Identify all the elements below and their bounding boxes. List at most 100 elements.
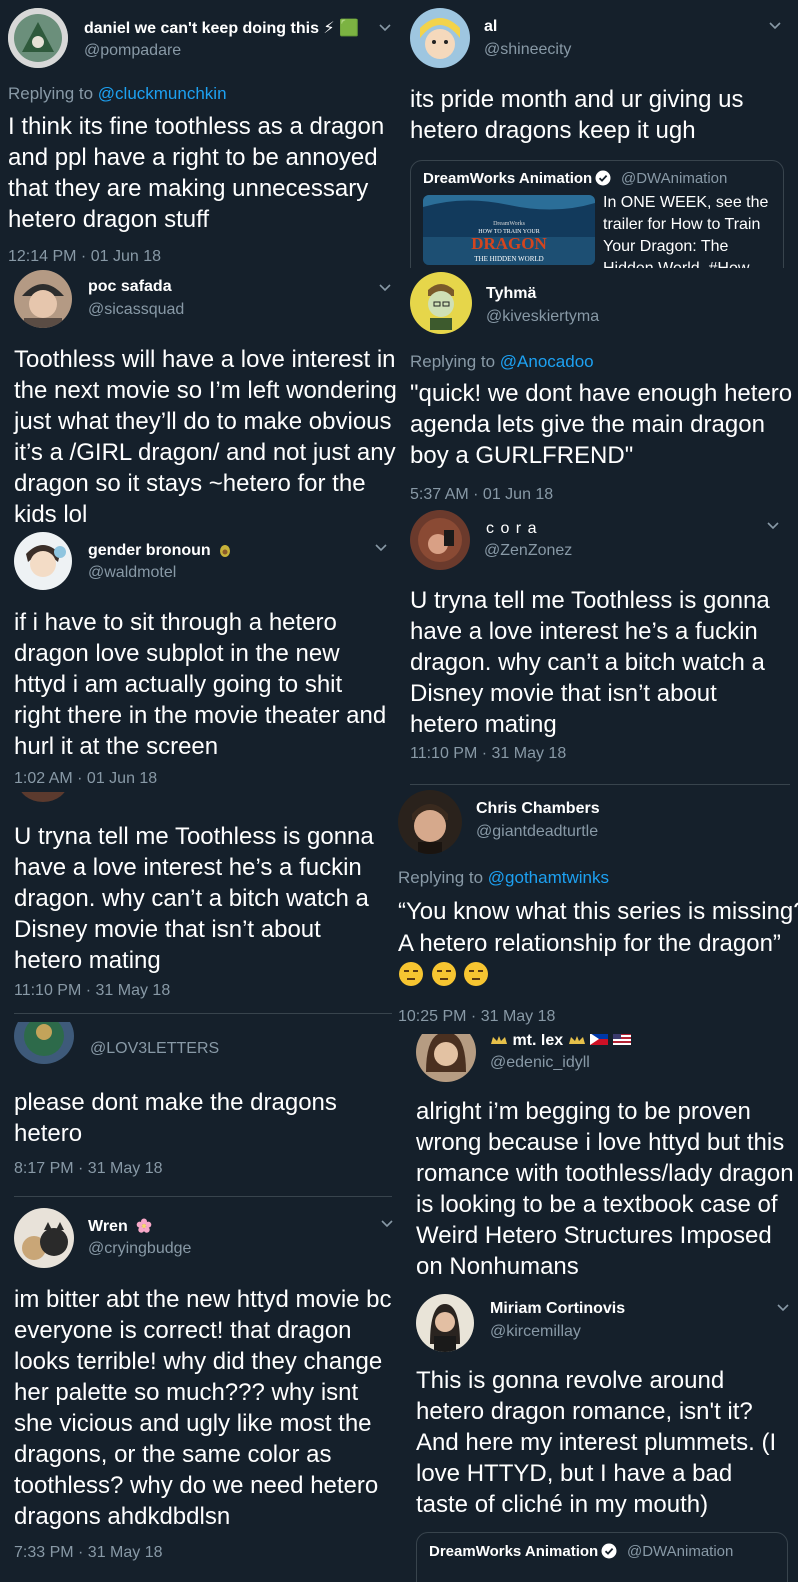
reply-link[interactable]: @cluckmunchkin	[98, 84, 227, 103]
avatar[interactable]	[416, 1034, 476, 1082]
display-name[interactable]: daniel we can't keep doing this ⚡ 🟩	[84, 18, 359, 38]
avatar[interactable]	[410, 8, 470, 68]
tweet-text: U tryna tell me Toothless is gonna have …	[14, 823, 374, 974]
timestamp[interactable]: 1:02 AM · 01 Jun 18	[14, 770, 157, 788]
chevron-down-icon[interactable]	[776, 1300, 790, 1314]
avatar-image	[410, 510, 470, 570]
avatar[interactable]	[410, 272, 472, 334]
handle[interactable]: @LOV3LETTERS	[90, 1040, 219, 1058]
timestamp[interactable]: 11:10 PM · 31 May 18	[410, 745, 566, 763]
timestamp[interactable]: 10:25 PM · 31 May 18	[398, 1008, 555, 1026]
timestamp[interactable]: 7:33 PM · 31 May 18	[14, 1544, 163, 1562]
tweet-al[interactable]: al @shineecity its pride month and ur gi…	[402, 0, 798, 268]
tweet-miriam[interactable]: Miriam Cortinovis @kircemillay This is g…	[402, 1290, 798, 1582]
avatar[interactable]	[14, 270, 72, 328]
philippines-flag-icon	[590, 1034, 609, 1045]
display-name[interactable]: Miriam Cortinovis	[490, 1300, 625, 1318]
avatar-image	[398, 790, 462, 854]
timestamp[interactable]: 11:10 PM · 31 May 18	[14, 982, 170, 1000]
avatar[interactable]	[14, 532, 72, 590]
reply-context: Replying to @gothamtwinks	[398, 868, 609, 887]
display-name[interactable]: Chris Chambers	[476, 800, 600, 818]
tweet-lov3letters[interactable]: @LOV3LETTERS please dont make the dragon…	[0, 1022, 400, 1198]
reply-link[interactable]: @gothamtwinks	[488, 868, 609, 887]
tweet-gender-bronoun[interactable]: gender bronoun @waldmotel if i have to s…	[0, 530, 400, 792]
chevron-down-icon[interactable]	[374, 540, 388, 554]
handle[interactable]: @giantdeadturtle	[476, 823, 598, 841]
divider	[14, 1196, 392, 1197]
tweet-cora[interactable]: c o r a @ZenZonez U tryna tell me Toothl…	[402, 508, 798, 786]
reply-link[interactable]: @Anocadoo	[500, 352, 594, 371]
tweet-text: U tryna tell me Toothless is gonna have …	[410, 587, 770, 738]
avatar-image	[8, 8, 68, 68]
tweet-text: “You know what this series is missing? A…	[398, 898, 798, 957]
handle[interactable]: @shineecity	[484, 41, 571, 59]
movie-poster-image: DreamWorks HOW TO TRAIN YOUR DRAGON THE …	[423, 195, 595, 265]
quoted-tweet[interactable]: DreamWorks Animation @DWAnimation DreamW…	[410, 160, 784, 268]
quoted-handle[interactable]: @DWAnimation	[621, 170, 727, 187]
handle[interactable]: @pompadare	[84, 42, 181, 60]
handle[interactable]: @edenic_idyll	[490, 1054, 590, 1072]
chevron-down-icon[interactable]	[378, 20, 392, 34]
poster-tagline: THE HIDDEN WORLD	[474, 255, 543, 263]
quoted-media[interactable]: DreamWorks HOW TO TRAIN YOUR DRAGON THE …	[423, 195, 595, 265]
display-name[interactable]: Wren	[88, 1218, 152, 1236]
handle[interactable]: @kircemillay	[490, 1323, 581, 1341]
tweet-text: please dont make the dragons hetero	[14, 1089, 337, 1147]
avatar[interactable]	[8, 8, 68, 68]
cropped-name	[90, 1022, 150, 1024]
avatar[interactable]	[14, 1208, 74, 1268]
tweet-tyhma[interactable]: Tyhmä @kiveskiertyma Replying to @Anocad…	[402, 268, 798, 508]
quoted-name[interactable]: DreamWorks Animation	[423, 170, 611, 187]
tweet-daniel[interactable]: daniel we can't keep doing this ⚡ 🟩 @pom…	[0, 0, 400, 268]
handle[interactable]: @ZenZonez	[484, 542, 572, 560]
emoji-group	[398, 962, 489, 989]
chevron-down-icon[interactable]	[380, 1216, 394, 1230]
display-name[interactable]: al	[484, 18, 497, 36]
name-emoji: ⚡ 🟩	[323, 20, 360, 37]
blossom-icon	[136, 1218, 152, 1233]
avatar[interactable]	[410, 510, 470, 570]
timestamp[interactable]: 5:37 AM · 01 Jun 18	[410, 486, 553, 504]
tweet-chris-chambers[interactable]: Chris Chambers @giantdeadturtle Replying…	[396, 786, 798, 1034]
timestamp[interactable]: 8:17 PM · 31 May 18	[14, 1160, 163, 1178]
handle[interactable]: @kiveskiertyma	[486, 308, 599, 326]
tweet-text: if i have to sit through a hetero dragon…	[14, 609, 387, 760]
chevron-down-icon[interactable]	[768, 18, 782, 32]
tweet-text: its pride month and ur giving us hetero …	[410, 86, 744, 144]
handle[interactable]: @sicassquad	[88, 301, 184, 319]
cropped-avatar	[18, 792, 68, 802]
poster-title: DRAGON	[471, 234, 547, 253]
avatar-image	[416, 1294, 474, 1352]
chevron-down-icon[interactable]	[766, 518, 780, 532]
quoted-text: In ONE WEEK, see the trailer for How to …	[603, 194, 769, 268]
display-name[interactable]: mt. lex	[490, 1034, 631, 1050]
tweet-poc-safada[interactable]: poc safada @sicassquad Toothless will ha…	[0, 268, 400, 530]
avatar[interactable]	[398, 790, 462, 854]
avatar-image	[410, 8, 470, 68]
verified-icon	[595, 170, 611, 186]
tweet-mt-lex[interactable]: mt. lex @edenic_idyll alright i’m beggin…	[402, 1034, 798, 1290]
display-name[interactable]: gender bronoun	[88, 542, 231, 560]
display-name[interactable]: Tyhmä	[486, 285, 536, 303]
tweet-body: “You know what this series is missing? A…	[398, 896, 798, 992]
avatar-image	[14, 270, 72, 328]
tweet-cora-repeat[interactable]: U tryna tell me Toothless is gonna have …	[0, 792, 400, 1022]
avatar-image	[14, 1208, 74, 1268]
tweet-text: I think its fine toothless as a dragon a…	[8, 113, 385, 233]
quoted-tweet[interactable]: DreamWorks Animation @DWAnimation	[416, 1532, 788, 1582]
display-name[interactable]: poc safada	[88, 278, 172, 296]
handle[interactable]: @cryingbudge	[88, 1240, 191, 1258]
quoted-handle[interactable]: @DWAnimation	[627, 1543, 733, 1560]
crown-icon	[568, 1036, 585, 1044]
tweet-wren[interactable]: Wren @cryingbudge im bitter abt the new …	[0, 1198, 400, 1582]
quoted-name[interactable]: DreamWorks Animation	[429, 1543, 617, 1560]
unamused-face-icon	[399, 962, 423, 986]
usa-flag-icon	[612, 1034, 631, 1045]
display-name[interactable]: c o r a	[486, 520, 537, 538]
timestamp[interactable]: 12:14 PM · 01 Jun 18	[8, 248, 161, 266]
tweet-text: im bitter abt the new httyd movie bc eve…	[14, 1286, 392, 1530]
avatar[interactable]	[416, 1294, 474, 1352]
chevron-down-icon[interactable]	[378, 280, 392, 294]
handle[interactable]: @waldmotel	[88, 564, 176, 582]
